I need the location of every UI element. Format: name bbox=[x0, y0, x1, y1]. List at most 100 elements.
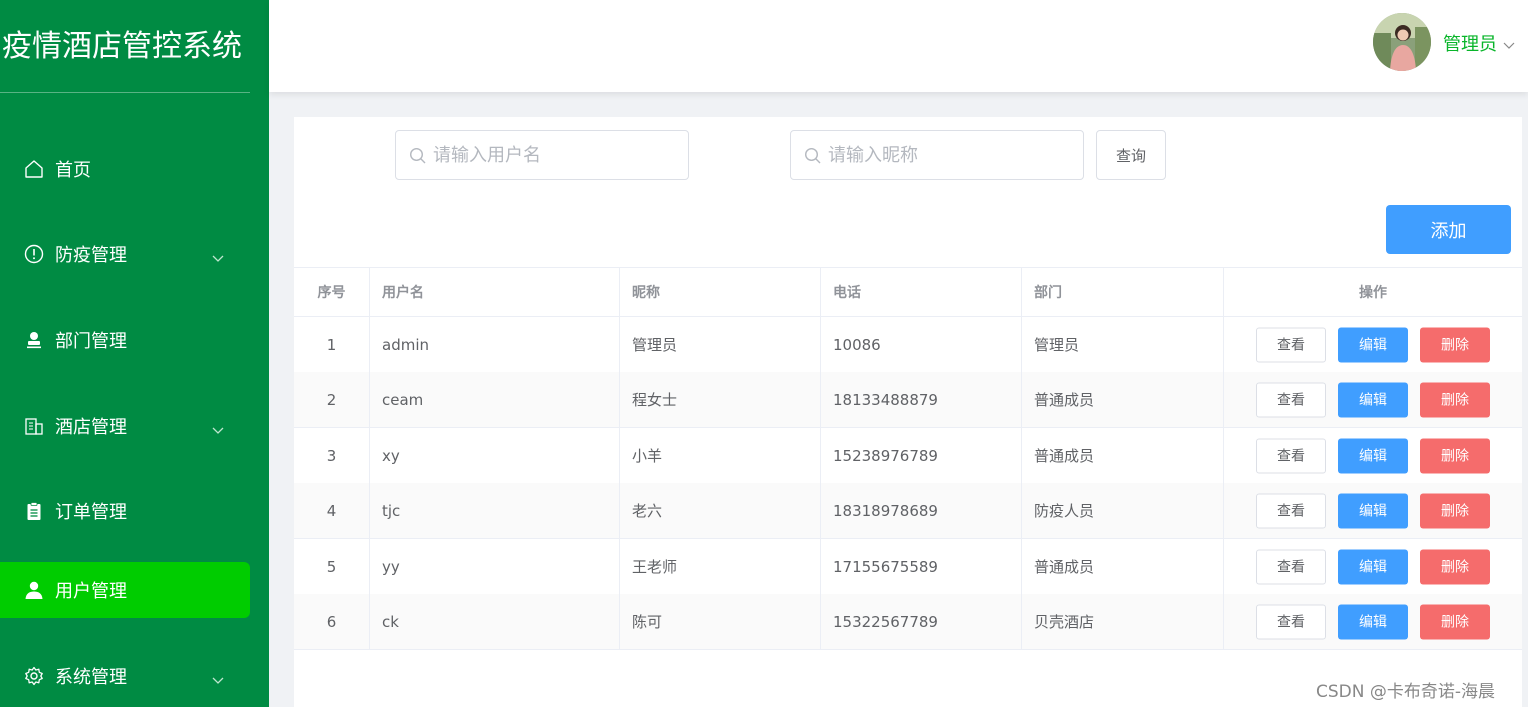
edit-button[interactable]: 编辑 bbox=[1338, 327, 1408, 362]
sidebar-item-label: 酒店管理 bbox=[55, 417, 127, 438]
column-header: 部门 bbox=[1022, 268, 1224, 316]
cell-actions: 查看 编辑 删除 bbox=[1224, 372, 1522, 427]
cell-dept: 贝壳酒店 bbox=[1022, 594, 1224, 649]
cell-actions: 查看 编辑 删除 bbox=[1224, 539, 1522, 594]
home-icon bbox=[23, 158, 45, 180]
cell-actions: 查看 编辑 删除 bbox=[1224, 428, 1522, 483]
sidebar-item-user[interactable]: 用户管理 bbox=[0, 562, 250, 618]
cell-id: 1 bbox=[294, 317, 370, 372]
view-button[interactable]: 查看 bbox=[1256, 549, 1326, 584]
delete-button[interactable]: 删除 bbox=[1420, 604, 1490, 639]
view-button[interactable]: 查看 bbox=[1256, 604, 1326, 639]
sidebar-item-label: 系统管理 bbox=[55, 667, 127, 688]
column-header: 昵称 bbox=[620, 268, 821, 316]
view-button[interactable]: 查看 bbox=[1256, 327, 1326, 362]
cell-actions: 查看 编辑 删除 bbox=[1224, 483, 1522, 538]
add-button[interactable]: 添加 bbox=[1386, 205, 1511, 254]
user-name-dropdown[interactable]: 管理员 bbox=[1443, 30, 1497, 56]
edit-button[interactable]: 编辑 bbox=[1338, 549, 1408, 584]
sidebar-item-label: 部门管理 bbox=[55, 331, 127, 352]
cell-phone: 18318978689 bbox=[821, 483, 1022, 538]
view-button[interactable]: 查看 bbox=[1256, 382, 1326, 417]
sidebar-item-department[interactable]: 部门管理 bbox=[0, 312, 250, 368]
chevron-down-icon[interactable] bbox=[1503, 36, 1515, 49]
cell-username: ck bbox=[370, 594, 620, 649]
cell-id: 4 bbox=[294, 483, 370, 538]
column-header: 电话 bbox=[821, 268, 1022, 316]
cell-id: 5 bbox=[294, 539, 370, 594]
column-header: 序号 bbox=[294, 268, 370, 316]
edit-button[interactable]: 编辑 bbox=[1338, 438, 1408, 473]
table-row: 6 ck 陈可 15322567789 贝壳酒店 查看 编辑 删除 bbox=[294, 594, 1522, 650]
cell-phone: 15238976789 bbox=[821, 428, 1022, 483]
column-header: 用户名 bbox=[370, 268, 620, 316]
delete-button[interactable]: 删除 bbox=[1420, 549, 1490, 584]
chevron-down-icon bbox=[212, 248, 224, 262]
cell-username: yy bbox=[370, 539, 620, 594]
nickname-search-input[interactable] bbox=[828, 131, 1073, 179]
user-icon bbox=[23, 579, 45, 601]
sidebar: 疫情酒店管控系统 首页 防疫管理 部门管理 酒店管理 订单管理 用户管理 系统管… bbox=[0, 0, 269, 707]
warning-circle-icon bbox=[23, 243, 45, 265]
sidebar-item-order[interactable]: 订单管理 bbox=[0, 483, 250, 539]
view-button[interactable]: 查看 bbox=[1256, 438, 1326, 473]
cell-id: 6 bbox=[294, 594, 370, 649]
table-row: 1 admin 管理员 10086 管理员 查看 编辑 删除 bbox=[294, 317, 1522, 373]
cell-username: tjc bbox=[370, 483, 620, 538]
edit-button[interactable]: 编辑 bbox=[1338, 382, 1408, 417]
query-button[interactable]: 查询 bbox=[1096, 130, 1166, 180]
edit-button[interactable]: 编辑 bbox=[1338, 493, 1408, 528]
cell-nickname: 陈可 bbox=[620, 594, 821, 649]
cell-id: 3 bbox=[294, 428, 370, 483]
username-search-input[interactable] bbox=[433, 131, 678, 179]
cell-actions: 查看 编辑 删除 bbox=[1224, 594, 1522, 649]
cell-nickname: 程女士 bbox=[620, 372, 821, 427]
delete-button[interactable]: 删除 bbox=[1420, 438, 1490, 473]
cell-actions: 查看 编辑 删除 bbox=[1224, 317, 1522, 372]
sidebar-item-hotel[interactable]: 酒店管理 bbox=[0, 398, 250, 454]
username-search-field[interactable] bbox=[395, 130, 689, 180]
cell-nickname: 王老师 bbox=[620, 539, 821, 594]
clipboard-icon bbox=[23, 500, 45, 522]
cell-dept: 普通成员 bbox=[1022, 539, 1224, 594]
cell-phone: 17155675589 bbox=[821, 539, 1022, 594]
cell-phone: 18133488879 bbox=[821, 372, 1022, 427]
search-icon bbox=[409, 147, 427, 165]
cell-username: xy bbox=[370, 428, 620, 483]
table-row: 2 ceam 程女士 18133488879 普通成员 查看 编辑 删除 bbox=[294, 372, 1522, 428]
cell-dept: 普通成员 bbox=[1022, 428, 1224, 483]
delete-button[interactable]: 删除 bbox=[1420, 493, 1490, 528]
sidebar-item-home[interactable]: 首页 bbox=[0, 141, 250, 197]
sidebar-item-label: 首页 bbox=[55, 160, 91, 181]
chevron-down-icon bbox=[212, 670, 224, 684]
cell-nickname: 管理员 bbox=[620, 317, 821, 372]
cell-dept: 普通成员 bbox=[1022, 372, 1224, 427]
cell-phone: 15322567789 bbox=[821, 594, 1022, 649]
edit-button[interactable]: 编辑 bbox=[1338, 604, 1408, 639]
cell-username: ceam bbox=[370, 372, 620, 427]
sidebar-item-label: 订单管理 bbox=[55, 502, 127, 523]
sidebar-item-label: 防疫管理 bbox=[55, 245, 127, 266]
sidebar-item-system[interactable]: 系统管理 bbox=[0, 648, 250, 704]
sidebar-item-epidemic[interactable]: 防疫管理 bbox=[0, 226, 250, 282]
column-header: 操作 bbox=[1359, 285, 1387, 301]
table-row: 5 yy 王老师 17155675589 普通成员 查看 编辑 删除 bbox=[294, 539, 1522, 595]
delete-button[interactable]: 删除 bbox=[1420, 327, 1490, 362]
cell-dept: 防疫人员 bbox=[1022, 483, 1224, 538]
logo-divider bbox=[0, 92, 250, 93]
nickname-search-field[interactable] bbox=[790, 130, 1084, 180]
cell-id: 2 bbox=[294, 372, 370, 427]
cell-nickname: 小羊 bbox=[620, 428, 821, 483]
avatar[interactable] bbox=[1373, 13, 1431, 71]
cell-nickname: 老六 bbox=[620, 483, 821, 538]
view-button[interactable]: 查看 bbox=[1256, 493, 1326, 528]
top-header: 管理员 bbox=[269, 0, 1528, 92]
cell-phone: 10086 bbox=[821, 317, 1022, 372]
search-icon bbox=[804, 147, 822, 165]
table-row: 3 xy 小羊 15238976789 普通成员 查看 编辑 删除 bbox=[294, 428, 1522, 484]
main-card: 查询 添加 序号 用户名 昵称 电话 部门 操作 1admin管理员10086管… bbox=[294, 117, 1522, 707]
sidebar-item-label: 用户管理 bbox=[55, 581, 127, 602]
delete-button[interactable]: 删除 bbox=[1420, 382, 1490, 417]
app-logo-title: 疫情酒店管控系统 bbox=[2, 29, 242, 64]
gear-icon bbox=[23, 665, 45, 687]
